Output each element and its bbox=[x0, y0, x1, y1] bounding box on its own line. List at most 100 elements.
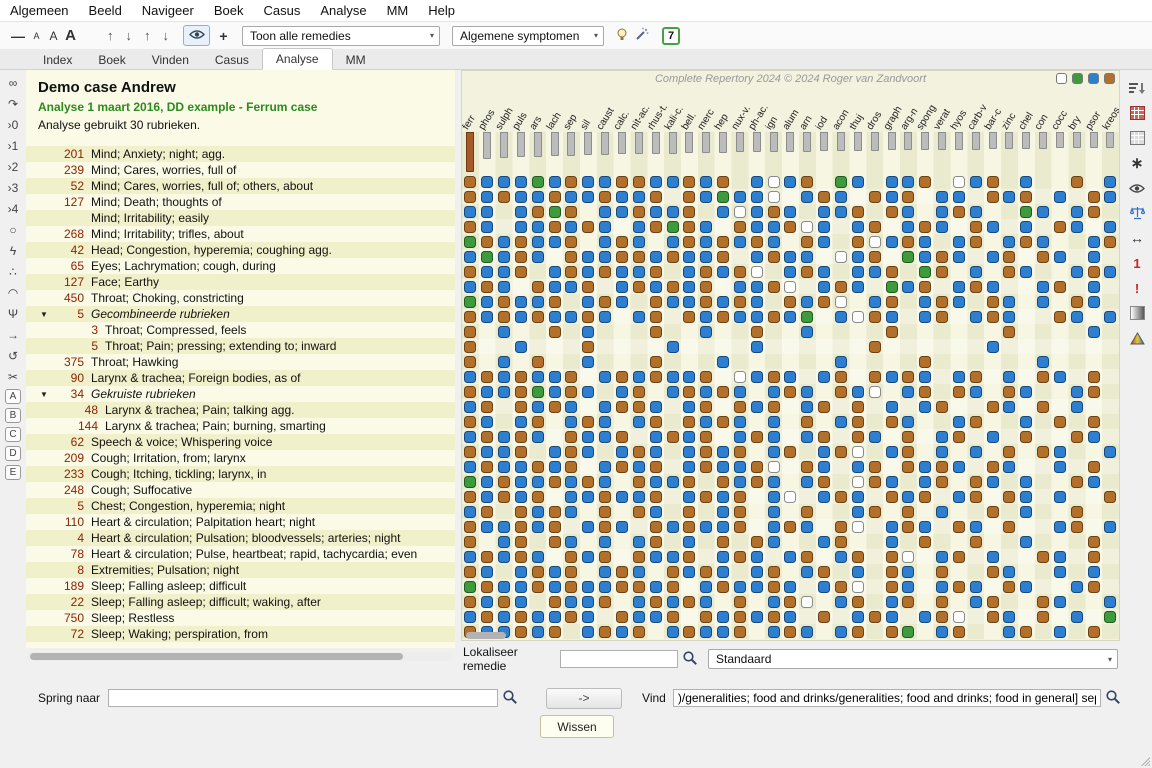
remedy-dot[interactable] bbox=[919, 401, 931, 413]
remedy-dot[interactable] bbox=[650, 401, 662, 413]
remedy-dot[interactable] bbox=[700, 416, 712, 428]
remedy-dot[interactable] bbox=[768, 236, 780, 248]
remedy-dot[interactable] bbox=[751, 551, 763, 563]
remedy-dot[interactable] bbox=[717, 446, 729, 458]
remedy-dot[interactable] bbox=[498, 491, 510, 503]
remedy-dot[interactable] bbox=[784, 551, 796, 563]
move-up-button[interactable]: ↑ bbox=[101, 25, 120, 46]
balance-icon[interactable] bbox=[1122, 202, 1152, 224]
remedy-dot[interactable] bbox=[515, 221, 527, 233]
remedy-dot[interactable] bbox=[683, 431, 695, 443]
clipboard-d[interactable]: D bbox=[5, 446, 21, 461]
remedy-dot[interactable] bbox=[515, 236, 527, 248]
remedy-dot[interactable] bbox=[616, 491, 628, 503]
remedy-dot[interactable] bbox=[953, 251, 965, 263]
remedy-dot[interactable] bbox=[784, 251, 796, 263]
remedy-dot[interactable] bbox=[633, 251, 645, 263]
remedy-dot[interactable] bbox=[886, 281, 898, 293]
remedy-dot[interactable] bbox=[717, 311, 729, 323]
remedy-dot[interactable] bbox=[683, 296, 695, 308]
remedy-dot[interactable] bbox=[515, 491, 527, 503]
remedy-dot[interactable] bbox=[717, 521, 729, 533]
remedy-label[interactable]: caust bbox=[595, 106, 617, 132]
remedy-dot[interactable] bbox=[886, 266, 898, 278]
remedy-dot[interactable] bbox=[667, 386, 679, 398]
remedy-dot[interactable] bbox=[582, 221, 594, 233]
remedy-dot[interactable] bbox=[717, 191, 729, 203]
font-size-small-button[interactable]: A bbox=[28, 25, 45, 46]
remedy-dot[interactable] bbox=[801, 311, 813, 323]
remedy-dot[interactable] bbox=[869, 371, 881, 383]
remedy-dot[interactable] bbox=[464, 506, 476, 518]
remedy-dot[interactable] bbox=[549, 221, 561, 233]
remedy-dot[interactable] bbox=[852, 206, 864, 218]
remedy-dot[interactable] bbox=[768, 476, 780, 488]
remedy-dot[interactable] bbox=[835, 296, 847, 308]
remedy-dot[interactable] bbox=[549, 596, 561, 608]
remedy-dot[interactable] bbox=[532, 611, 544, 623]
remedy-dot[interactable] bbox=[1104, 521, 1116, 533]
rubric-row[interactable]: 78Heart & circulation; Pulse, heartbeat;… bbox=[26, 546, 455, 562]
remedy-dot[interactable] bbox=[919, 611, 931, 623]
table-plain-icon[interactable] bbox=[1122, 127, 1152, 149]
remedy-dot[interactable] bbox=[886, 401, 898, 413]
remedy-dot[interactable] bbox=[532, 296, 544, 308]
tab-boek[interactable]: Boek bbox=[85, 50, 138, 70]
remedy-dot[interactable] bbox=[464, 596, 476, 608]
remedy-dot[interactable] bbox=[734, 401, 746, 413]
remedy-dot[interactable] bbox=[1037, 611, 1049, 623]
remedy-dot[interactable] bbox=[835, 191, 847, 203]
remedy-dot[interactable] bbox=[734, 371, 746, 383]
rubric-row[interactable]: 189Sleep; Falling asleep; difficult bbox=[26, 578, 455, 594]
remedy-dot[interactable] bbox=[852, 476, 864, 488]
remedy-dot[interactable] bbox=[734, 191, 746, 203]
remedy-dot[interactable] bbox=[565, 611, 577, 623]
remedy-dot[interactable] bbox=[717, 491, 729, 503]
remedy-dot[interactable] bbox=[599, 296, 611, 308]
remedy-dot[interactable] bbox=[734, 581, 746, 593]
psi-symbol-icon[interactable]: Ψ bbox=[0, 303, 26, 324]
remedy-dot[interactable] bbox=[599, 536, 611, 548]
remedy-dot[interactable] bbox=[498, 476, 510, 488]
remedy-dot[interactable] bbox=[835, 356, 847, 368]
remedy-dot[interactable] bbox=[852, 566, 864, 578]
remedy-dot[interactable] bbox=[515, 506, 527, 518]
remedy-dot[interactable] bbox=[498, 281, 510, 293]
remedy-dot[interactable] bbox=[936, 431, 948, 443]
remedy-dot[interactable] bbox=[464, 221, 476, 233]
remedy-dot[interactable] bbox=[717, 506, 729, 518]
remedy-dot[interactable] bbox=[650, 311, 662, 323]
localize-search-button[interactable] bbox=[678, 649, 702, 669]
remedy-dot[interactable] bbox=[549, 521, 561, 533]
remedy-dot[interactable] bbox=[818, 461, 830, 473]
remedy-dot[interactable] bbox=[919, 266, 931, 278]
remedy-dot[interactable] bbox=[936, 251, 948, 263]
remedy-dot[interactable] bbox=[549, 566, 561, 578]
remedy-dot[interactable] bbox=[734, 206, 746, 218]
remedy-dot[interactable] bbox=[616, 446, 628, 458]
remedy-dot[interactable] bbox=[886, 551, 898, 563]
remedy-dot[interactable] bbox=[515, 431, 527, 443]
remedy-dot[interactable] bbox=[582, 491, 594, 503]
remedy-dot[interactable] bbox=[869, 611, 881, 623]
remedy-dot[interactable] bbox=[1020, 476, 1032, 488]
remedy-dot[interactable] bbox=[650, 416, 662, 428]
remedy-dot[interactable] bbox=[970, 536, 982, 548]
remedy-dot[interactable] bbox=[700, 446, 712, 458]
remedy-dot[interactable] bbox=[1003, 401, 1015, 413]
remedy-dot[interactable] bbox=[751, 536, 763, 548]
remedy-dot[interactable] bbox=[784, 206, 796, 218]
remedy-dot[interactable] bbox=[1071, 176, 1083, 188]
remedy-dot[interactable] bbox=[532, 581, 544, 593]
remedy-dot[interactable] bbox=[464, 446, 476, 458]
remedy-dot[interactable] bbox=[886, 521, 898, 533]
remedy-dot[interactable] bbox=[565, 461, 577, 473]
rubric-list-hscrollbar[interactable] bbox=[28, 652, 452, 661]
remedy-dot[interactable] bbox=[599, 176, 611, 188]
remedy-dot[interactable] bbox=[768, 431, 780, 443]
remedy-dot[interactable] bbox=[953, 431, 965, 443]
remedy-dot[interactable] bbox=[1054, 446, 1066, 458]
remedy-dot[interactable] bbox=[498, 596, 510, 608]
remedy-dot[interactable] bbox=[1003, 446, 1015, 458]
remedy-dot[interactable] bbox=[532, 461, 544, 473]
